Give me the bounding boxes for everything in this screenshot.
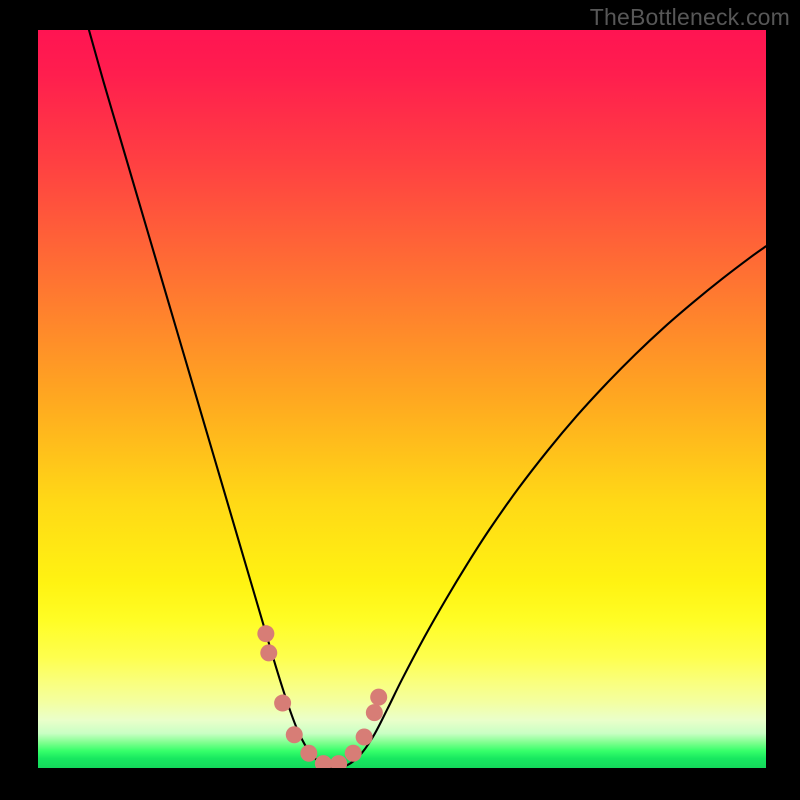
dot	[286, 726, 303, 743]
dot	[260, 644, 277, 661]
dot	[315, 755, 332, 768]
dot	[356, 729, 373, 746]
dot	[274, 695, 291, 712]
dot	[366, 704, 383, 721]
chart-svg	[38, 30, 766, 768]
bottleneck-curve	[89, 30, 766, 768]
dot	[345, 745, 362, 762]
watermark-text: TheBottleneck.com	[590, 4, 790, 31]
dot	[257, 625, 274, 642]
dot	[300, 745, 317, 762]
dot	[370, 689, 387, 706]
plot-area	[38, 30, 766, 768]
chart-frame: TheBottleneck.com	[0, 0, 800, 800]
dot	[330, 755, 347, 768]
